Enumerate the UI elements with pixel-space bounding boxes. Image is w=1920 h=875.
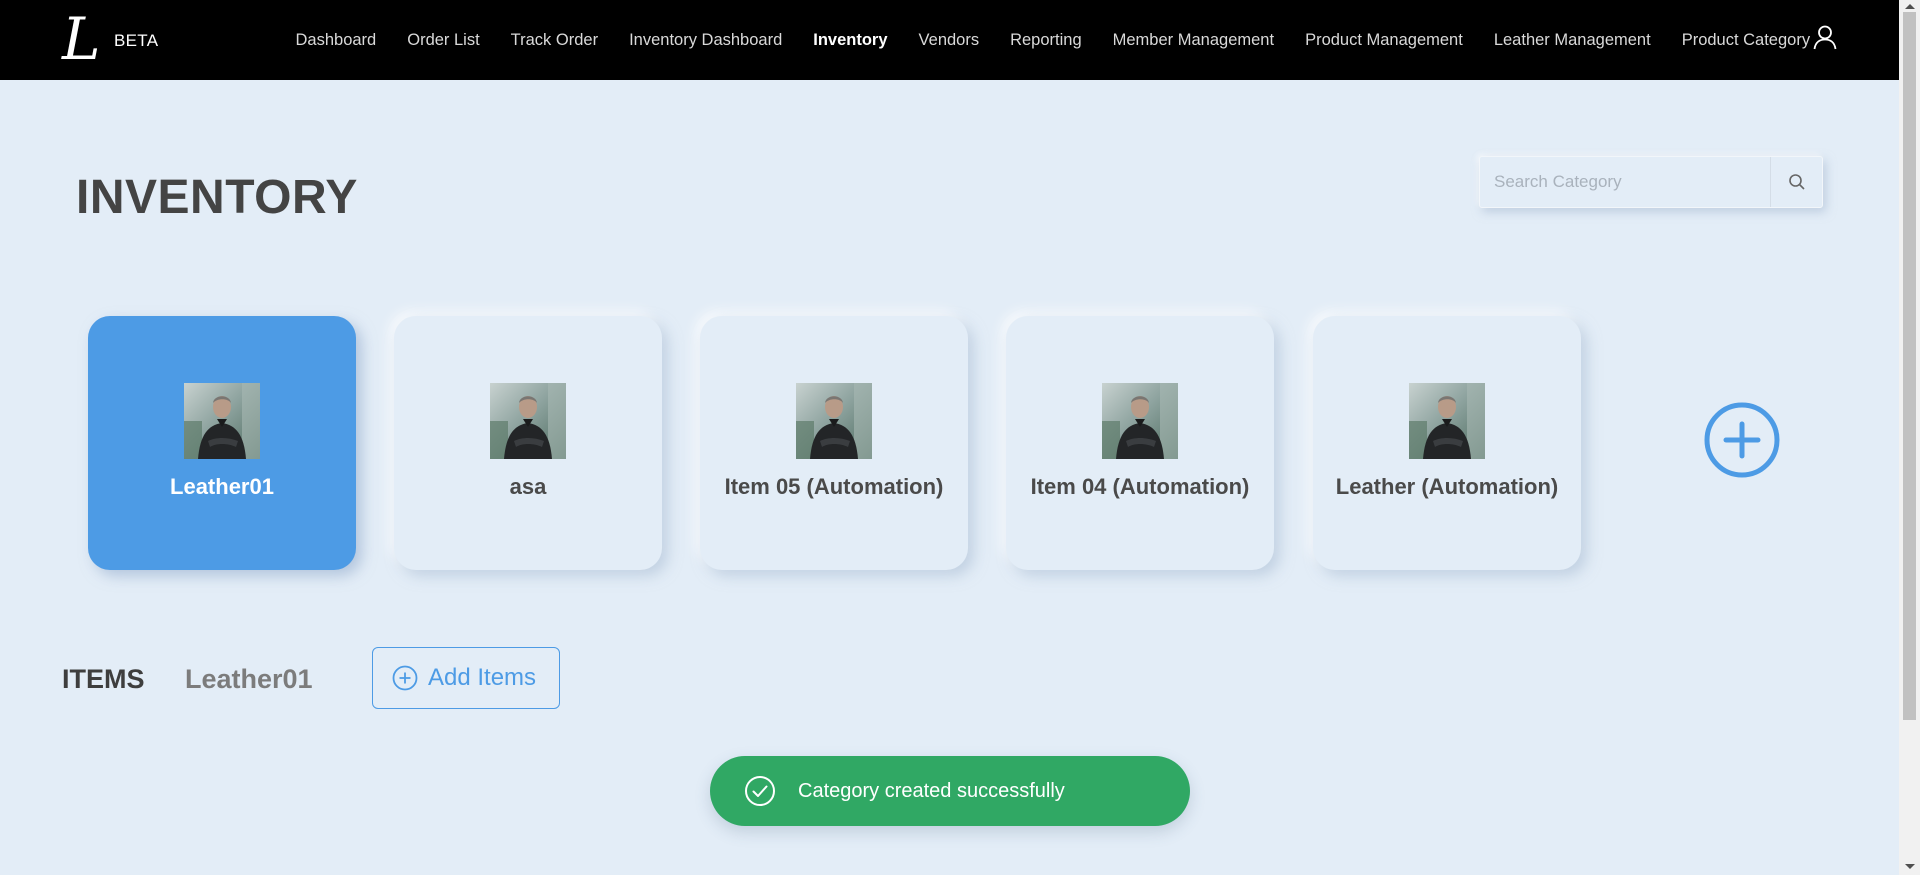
nav-item-member-management[interactable]: Member Management: [1097, 31, 1289, 50]
category-thumbnail: [490, 383, 566, 459]
search-button[interactable]: [1770, 157, 1822, 207]
brand-logo[interactable]: L BETA: [62, 10, 172, 68]
logo-mark: L: [62, 5, 101, 73]
category-card[interactable]: Item 05 (Automation): [700, 316, 968, 570]
scroll-up-arrow-icon[interactable]: [1905, 4, 1915, 9]
search-input[interactable]: [1480, 157, 1770, 207]
items-heading: ITEMS: [62, 664, 145, 694]
category-label: asa: [509, 474, 547, 499]
category-label: Leather (Automation): [1335, 474, 1559, 499]
items-selected-category: Leather01: [185, 664, 313, 694]
category-search: [1479, 156, 1823, 208]
main-nav: Dashboard Order List Track Order Invento…: [280, 0, 1826, 80]
search-icon: [1788, 174, 1805, 190]
page-title: INVENTORY: [76, 171, 358, 224]
success-toast: Category created successfully: [710, 756, 1190, 826]
scroll-down-arrow-icon[interactable]: [1905, 864, 1915, 869]
beta-badge: BETA: [114, 31, 159, 50]
category-thumbnail: [184, 383, 260, 459]
nav-item-dashboard[interactable]: Dashboard: [280, 31, 392, 50]
nav-item-vendors[interactable]: Vendors: [903, 31, 995, 50]
add-items-label: Add Items: [428, 664, 537, 691]
nav-item-order-list[interactable]: Order List: [392, 31, 495, 50]
category-card[interactable]: Leather (Automation): [1313, 316, 1581, 570]
nav-item-inventory-dashboard[interactable]: Inventory Dashboard: [614, 31, 798, 50]
category-label: Item 04 (Automation): [1030, 474, 1250, 499]
nav-item-product-category[interactable]: Product Category: [1666, 31, 1825, 50]
category-thumbnail: [1409, 383, 1485, 459]
nav-item-product-management[interactable]: Product Management: [1290, 31, 1479, 50]
plus-circle-icon: [1704, 402, 1780, 478]
nav-item-inventory[interactable]: Inventory: [798, 31, 903, 50]
scrollbar-thumb[interactable]: [1903, 12, 1916, 720]
category-label: Item 05 (Automation): [724, 474, 944, 499]
category-card[interactable]: asa: [394, 316, 662, 570]
nav-item-reporting[interactable]: Reporting: [995, 31, 1098, 50]
top-navbar: L BETA Dashboard Order List Track Order …: [0, 0, 1899, 80]
toast-message: Category created successfully: [798, 779, 1065, 802]
add-category-button[interactable]: [1704, 402, 1780, 478]
category-label: Leather01: [170, 474, 274, 499]
category-card[interactable]: Leather01: [88, 316, 356, 570]
nav-item-leather-management[interactable]: Leather Management: [1478, 31, 1666, 50]
category-thumbnail: [1102, 383, 1178, 459]
user-icon[interactable]: [1812, 24, 1838, 50]
plus-circle-icon: [392, 665, 418, 691]
add-items-button[interactable]: Add Items: [372, 647, 560, 709]
category-card[interactable]: Item 04 (Automation): [1006, 316, 1274, 570]
category-thumbnail: [796, 383, 872, 459]
nav-item-track-order[interactable]: Track Order: [495, 31, 613, 50]
check-circle-icon: [745, 776, 775, 806]
